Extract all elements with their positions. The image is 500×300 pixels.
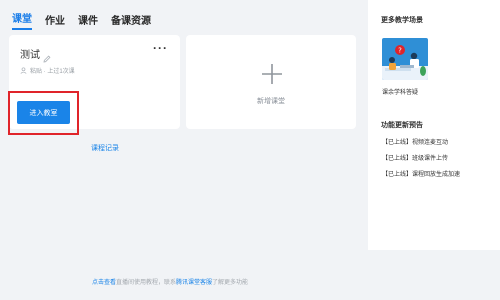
tab-prep-resources[interactable]: 备课资源 bbox=[111, 12, 151, 30]
more-options-icon[interactable]: ··· bbox=[153, 42, 168, 54]
tab-classroom[interactable]: 课堂 bbox=[12, 10, 32, 30]
user-icon bbox=[20, 67, 27, 74]
update-item: 【已上线】视频连麦互动 bbox=[382, 140, 449, 146]
update-item: 【已上线】班级课件上传 bbox=[382, 156, 449, 162]
updates-title: 功能更新预告 bbox=[381, 122, 423, 129]
class-meta: 粘贴 · 上过1次课 bbox=[20, 66, 75, 75]
svg-text:?: ? bbox=[398, 47, 402, 55]
plus-icon bbox=[262, 64, 282, 84]
class-name-row: 测试 bbox=[20, 46, 51, 63]
footer-help-text: 点击查看直播间使用教程，联系腾讯课堂客服了解更多功能 bbox=[92, 277, 248, 286]
right-panel: 更多教学场景 ? 课余学科答疑 功能更新预告 【已上线】视频连麦互动 【已上线】… bbox=[368, 0, 500, 250]
top-tabs: 课堂 作业 课件 备课资源 bbox=[12, 10, 151, 30]
add-class-label: 新增课堂 bbox=[257, 98, 285, 105]
footer-middle-text: 直播间使用教程，联系 bbox=[116, 280, 177, 286]
scene-thumbnail[interactable]: ? bbox=[382, 38, 428, 80]
add-class-card[interactable]: 新增课堂 bbox=[186, 35, 356, 129]
more-scenes-title: 更多教学场景 bbox=[381, 17, 423, 24]
footer-suffix-text: 了解更多功能 bbox=[212, 280, 249, 286]
tab-homework[interactable]: 作业 bbox=[45, 12, 65, 30]
class-meta-text: 粘贴 · 上过1次课 bbox=[30, 69, 75, 75]
update-item: 【已上线】课程回放生成加速 bbox=[382, 172, 461, 178]
tutorial-link[interactable]: 点击查看 bbox=[92, 280, 116, 286]
tab-courseware[interactable]: 课件 bbox=[78, 12, 98, 30]
class-name: 测试 bbox=[20, 50, 40, 61]
edit-icon[interactable] bbox=[43, 50, 51, 63]
scene-label: 课余学科答疑 bbox=[382, 90, 419, 96]
course-record-link[interactable]: 课程记录 bbox=[91, 143, 119, 153]
enter-classroom-button[interactable]: 进入教室 bbox=[17, 101, 70, 124]
support-link[interactable]: 腾讯课堂客服 bbox=[176, 280, 212, 286]
